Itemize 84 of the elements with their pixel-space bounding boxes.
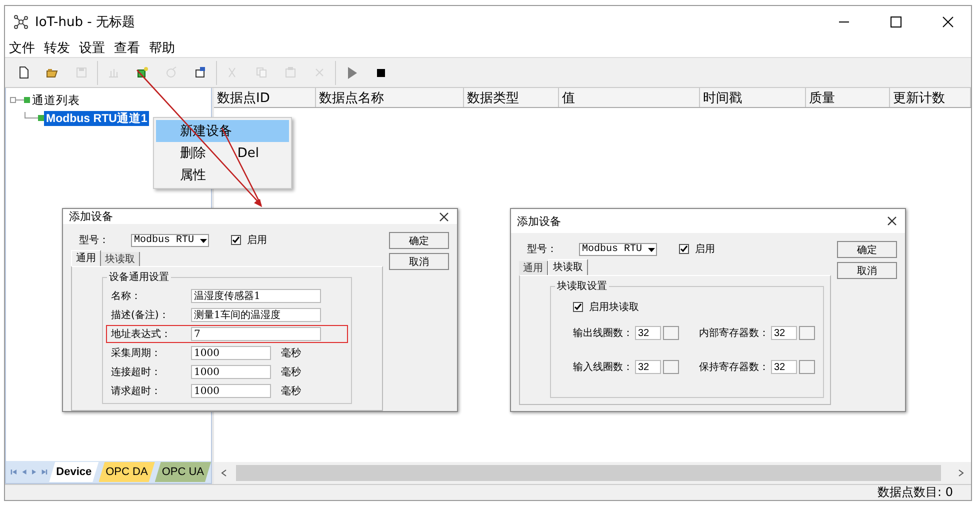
field-label: 描述(备注)： bbox=[111, 308, 170, 322]
scroll-left-icon[interactable] bbox=[220, 469, 228, 477]
scroll-right-icon[interactable] bbox=[957, 469, 965, 477]
field-label: 型号： bbox=[527, 242, 557, 256]
close-icon[interactable] bbox=[887, 216, 897, 226]
unit-label: 毫秒 bbox=[281, 366, 301, 379]
spin-buttons[interactable] bbox=[663, 360, 679, 374]
text-field[interactable]: 测量1车间的温湿度 bbox=[191, 308, 321, 322]
column-header[interactable]: 质量 bbox=[806, 88, 890, 107]
tab-navigation-icon[interactable] bbox=[10, 467, 50, 477]
tree-item[interactable]: Modbus RTU通道1 bbox=[44, 110, 150, 126]
checkbox[interactable] bbox=[573, 302, 583, 312]
column-header[interactable]: 数据类型 bbox=[464, 88, 559, 107]
window-title: IoT-hub - 无标题 bbox=[35, 14, 136, 31]
close-icon[interactable] bbox=[942, 16, 954, 28]
column-header[interactable]: 更新计数 bbox=[890, 88, 971, 107]
text-field[interactable]: 温湿度传感器1 bbox=[191, 289, 321, 303]
dialog-button[interactable]: 取消 bbox=[837, 262, 897, 279]
menu-item[interactable]: 帮助 bbox=[149, 38, 175, 56]
dialog-button[interactable]: 确定 bbox=[389, 232, 449, 249]
text-field[interactable]: 1000 bbox=[191, 365, 271, 379]
text-field[interactable]: 1000 bbox=[191, 384, 271, 398]
menu-item[interactable]: 设置 bbox=[79, 38, 105, 56]
column-header[interactable]: 数据点名称 bbox=[316, 88, 464, 107]
checkbox-label: 启用 bbox=[695, 242, 715, 256]
scrollbar-thumb[interactable] bbox=[236, 465, 941, 481]
field-label: 请求超时： bbox=[111, 384, 162, 398]
network-icon bbox=[13, 14, 29, 30]
status-text: 数据点数目: 0 bbox=[878, 484, 953, 501]
spin-buttons[interactable] bbox=[799, 326, 815, 340]
model-dropdown[interactable]: Modbus RTU bbox=[131, 234, 209, 246]
tree-item[interactable]: 通道列表 bbox=[30, 92, 82, 108]
close-icon[interactable] bbox=[439, 212, 449, 222]
field-label: 保持寄存器数： bbox=[699, 360, 769, 374]
dialog-tab[interactable]: 块读取 bbox=[101, 252, 140, 266]
tree-connector-icon bbox=[24, 112, 44, 124]
checkbox-label: 启用块读取 bbox=[589, 300, 639, 314]
number-field[interactable]: 32 bbox=[635, 360, 661, 374]
field-label: 地址表达式： bbox=[111, 328, 172, 341]
model-dropdown[interactable]: Modbus RTU bbox=[579, 242, 657, 256]
context-menu-item[interactable]: 删除 Del bbox=[156, 142, 289, 164]
dialog-tab[interactable]: 通用 bbox=[71, 250, 101, 266]
column-header[interactable]: 时间戳 bbox=[700, 88, 806, 107]
field-label: 连接超时： bbox=[111, 366, 162, 379]
field-label: 输出线圈数： bbox=[573, 326, 633, 340]
sheet-tab[interactable]: OPC DA bbox=[98, 462, 155, 482]
group-title: 设备通用设置 bbox=[107, 270, 171, 284]
field-label: 型号： bbox=[79, 234, 109, 247]
number-field[interactable]: 32 bbox=[635, 326, 661, 340]
field-label: 内部寄存器数： bbox=[699, 326, 769, 340]
context-menu-item[interactable]: 属性 bbox=[156, 164, 289, 186]
new-file-icon[interactable] bbox=[16, 66, 30, 80]
maximize-icon[interactable] bbox=[890, 16, 902, 28]
field-label: 采集周期： bbox=[111, 346, 162, 360]
checkbox[interactable] bbox=[679, 244, 689, 254]
checkbox[interactable] bbox=[231, 235, 241, 245]
unit-label: 毫秒 bbox=[281, 346, 301, 360]
device-icon[interactable] bbox=[136, 66, 150, 80]
dialog-title: 添加设备 bbox=[69, 209, 113, 224]
unit-label: 毫秒 bbox=[281, 384, 301, 398]
text-field[interactable]: 7 bbox=[191, 327, 321, 341]
group-title: 块读取设置 bbox=[555, 279, 609, 293]
dialog-tab[interactable]: 块读取 bbox=[548, 259, 588, 275]
checkbox-label: 启用 bbox=[247, 234, 267, 247]
dialog-tab[interactable]: 通用 bbox=[519, 261, 548, 275]
number-field[interactable]: 32 bbox=[771, 360, 797, 374]
tree-connector-icon bbox=[10, 95, 30, 105]
column-header[interactable]: 值 bbox=[559, 88, 700, 107]
menu-item[interactable]: 查看 bbox=[114, 38, 140, 56]
field-label: 名称： bbox=[111, 290, 142, 303]
menu-item[interactable]: 转发 bbox=[44, 38, 70, 56]
dialog-title: 添加设备 bbox=[517, 214, 561, 228]
dialog-button[interactable]: 取消 bbox=[389, 253, 449, 270]
sheet-tab[interactable]: Device bbox=[49, 462, 99, 482]
field-label: 输入线圈数： bbox=[573, 360, 633, 374]
text-field[interactable]: 1000 bbox=[191, 346, 271, 360]
spin-buttons[interactable] bbox=[799, 360, 815, 374]
spin-buttons[interactable] bbox=[663, 326, 679, 340]
column-header[interactable]: 数据点ID bbox=[214, 88, 316, 107]
number-field[interactable]: 32 bbox=[771, 326, 797, 340]
menu-item[interactable]: 文件 bbox=[9, 38, 35, 56]
sheet-tab[interactable]: OPC UA bbox=[154, 462, 211, 482]
window-icon[interactable] bbox=[194, 66, 208, 80]
dialog-button[interactable]: 确定 bbox=[837, 241, 897, 258]
